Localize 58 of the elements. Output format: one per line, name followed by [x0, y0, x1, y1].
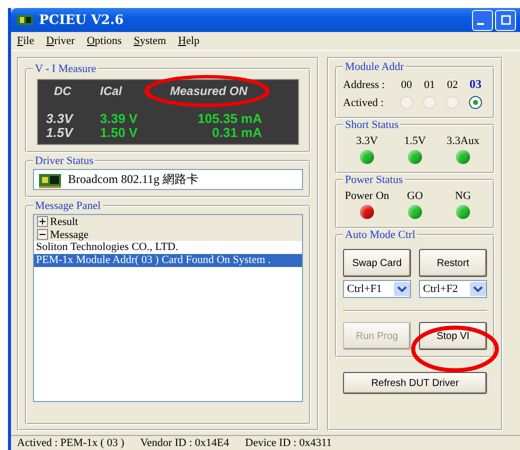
- maximize-icon: [500, 15, 510, 25]
- message-row[interactable]: Soliton Technologies CO., LTD.: [34, 241, 302, 254]
- tree-node[interactable]: Result: [50, 216, 78, 228]
- reading: 105.35 mA: [196, 112, 263, 126]
- driver-name: Broadcom 802.11g 網路卡: [68, 171, 199, 188]
- message-row[interactable]: PEM-1x Module Addr( 03 ) Card Found On System .: [34, 254, 302, 267]
- action-button[interactable]: Swap Card: [343, 249, 411, 277]
- column-header: DC: [53, 84, 72, 98]
- reading: 1.5V: [45, 126, 74, 140]
- dropdown-icon: [394, 282, 410, 296]
- plus-icon[interactable]: [37, 216, 48, 227]
- address-label: 01: [423, 78, 436, 90]
- group-title: Module Addr: [344, 61, 405, 73]
- led-label: 1.5V: [404, 135, 426, 147]
- field-label: Actived :: [343, 96, 385, 108]
- column-header: ICal: [100, 84, 124, 98]
- status-text: Vendor ID : 0x14E4: [140, 437, 230, 449]
- group-title: Short Status: [344, 119, 400, 131]
- address-label: 02: [446, 78, 459, 90]
- group-title: Driver Status: [34, 155, 94, 167]
- led-label: 3.3V: [356, 135, 378, 147]
- group-title: Auto Mode Ctrl: [344, 229, 416, 241]
- minimize-icon: [477, 23, 484, 25]
- refresh-button[interactable]: Refresh DUT Driver: [343, 372, 487, 394]
- address-label: 03: [468, 77, 482, 92]
- minus-icon[interactable]: [37, 229, 48, 240]
- reading: 3.39 V: [100, 112, 139, 126]
- menu-item[interactable]: Help: [178, 35, 200, 47]
- window-title: PCIEU V2.6: [39, 12, 124, 28]
- status-text: Device ID : 0x4311: [245, 437, 332, 449]
- group-title: V - I Measure: [34, 63, 98, 75]
- group-title: Message Panel: [34, 200, 102, 212]
- column-header: Measured ON: [170, 84, 248, 98]
- hotkey-dropdown[interactable]: Ctrl+F1: [343, 280, 411, 298]
- reading: 0.31 mA: [211, 126, 263, 140]
- radio-button[interactable]: [469, 96, 482, 109]
- status-text: Actived : PEM-1x ( 03 ): [17, 437, 124, 449]
- led-label: NG: [455, 190, 471, 202]
- reading: 1.50 V: [100, 126, 139, 140]
- chip-icon: [17, 14, 33, 26]
- menu-item[interactable]: Options: [86, 35, 122, 47]
- network-card-icon: [38, 172, 62, 188]
- maximize-button[interactable]: [495, 10, 516, 30]
- menu-item[interactable]: File: [17, 35, 34, 47]
- field-label: Address :: [343, 78, 386, 90]
- menu-item[interactable]: System: [134, 35, 166, 47]
- led-label: Power On: [344, 190, 390, 202]
- led-label: 3.3Aux: [446, 135, 480, 147]
- dropdown-icon: [470, 282, 486, 296]
- tree-node[interactable]: Message: [50, 228, 88, 240]
- led-label: GO: [407, 190, 423, 202]
- hotkey-dropdown[interactable]: Ctrl+F2: [419, 280, 487, 298]
- address-label: 00: [400, 78, 413, 90]
- minimize-button[interactable]: [472, 10, 493, 30]
- reading: 3.3V: [45, 112, 74, 126]
- menu-item[interactable]: Driver: [46, 35, 75, 47]
- group-title: Power Status: [344, 174, 404, 186]
- action-button[interactable]: Restort: [419, 249, 487, 277]
